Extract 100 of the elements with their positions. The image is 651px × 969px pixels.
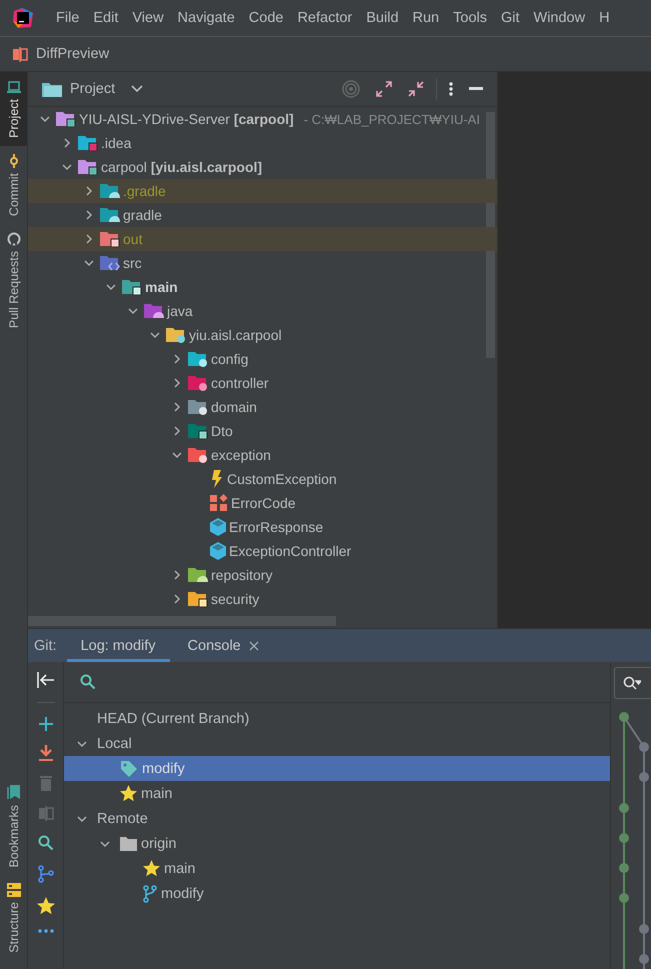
tag-icon <box>120 760 138 778</box>
chevron-right-icon[interactable] <box>172 594 182 604</box>
close-icon[interactable] <box>248 640 259 650</box>
branch-item[interactable]: Remote <box>64 806 610 831</box>
tree-item[interactable]: yiu.aisl.carpool <box>28 323 497 347</box>
chevron-down-icon[interactable] <box>84 258 94 268</box>
menu-item[interactable]: Refactor <box>297 10 352 26</box>
menu-item[interactable]: Tools <box>453 10 487 26</box>
branch-icon[interactable] <box>38 865 54 883</box>
tree-item[interactable]: ErrorResponse <box>28 515 497 539</box>
app-logo-icon[interactable] <box>12 7 34 29</box>
folder-icon <box>100 207 120 223</box>
tree-item[interactable]: domain <box>28 395 497 419</box>
menu-item[interactable]: Window <box>534 10 586 26</box>
tree-item-label: main <box>145 279 178 295</box>
menu-item[interactable]: Build <box>366 10 399 26</box>
tree-item[interactable]: Dto <box>28 419 497 443</box>
tab[interactable]: Log: modify <box>66 629 170 662</box>
panel-title[interactable]: Project <box>70 81 116 97</box>
chevron-right-icon[interactable] <box>172 378 182 388</box>
dropdown-chevron-icon[interactable] <box>131 85 144 93</box>
chevron-down-icon[interactable] <box>172 450 182 460</box>
chevron-right-icon[interactable] <box>84 186 94 196</box>
collapse-icon[interactable] <box>408 81 424 97</box>
tree-item[interactable]: controller <box>28 371 497 395</box>
chevron-right-icon[interactable] <box>84 210 94 220</box>
tree-item[interactable]: config <box>28 347 497 371</box>
menu-item[interactable]: Navigate <box>178 10 235 26</box>
menu-item[interactable]: Git <box>500 10 520 26</box>
scrollbar[interactable] <box>28 616 336 626</box>
chevron-down-icon[interactable] <box>76 738 86 748</box>
tool-window-tab[interactable]: Pull Requests <box>0 224 27 336</box>
tree-item[interactable]: ErrorCode <box>28 491 497 515</box>
tree-item[interactable]: gradle <box>28 203 497 227</box>
panel-label: Git: <box>34 636 57 656</box>
tree-item[interactable]: main <box>28 275 497 299</box>
chevron-down-icon[interactable] <box>62 162 72 172</box>
branch-item[interactable]: main <box>64 781 610 806</box>
tree-item[interactable]: security <box>28 587 497 611</box>
chevron-right-icon[interactable] <box>172 570 182 580</box>
menu-item[interactable]: Run <box>412 10 440 26</box>
github-icon <box>6 232 20 246</box>
tree-item-label: security <box>211 591 260 607</box>
tree-item[interactable]: carpool [yiu.aisl.carpool] <box>28 155 497 179</box>
menu-item[interactable]: Edit <box>93 10 118 26</box>
tree-item[interactable]: YIU-AISL-YDrive-Server [carpool] - C:₩LAB_PROJECT₩YIU-AI <box>28 107 497 131</box>
tool-window-tab[interactable]: Commit <box>0 146 27 224</box>
menu-item[interactable]: File <box>56 10 80 26</box>
tool-window-tab[interactable]: Structure <box>0 875 27 961</box>
tree-item[interactable]: exception <box>28 443 497 467</box>
tree-item[interactable]: ExceptionController <box>28 539 497 563</box>
chevron-right-icon[interactable] <box>172 426 182 436</box>
tab[interactable]: Console <box>174 629 273 662</box>
run-configuration[interactable]: DiffPreview <box>36 46 110 62</box>
expand-icon[interactable] <box>376 81 392 97</box>
tree-item-label: src <box>123 255 142 271</box>
tool-window-tab[interactable]: Bookmarks <box>0 776 27 876</box>
tree-item[interactable]: out <box>28 227 497 251</box>
tree-item-label: java <box>167 303 193 319</box>
menu-item[interactable]: H <box>599 10 610 26</box>
tree-item-label: gradle <box>123 207 162 223</box>
branch-item[interactable]: Local <box>64 731 610 756</box>
folder-icon <box>188 447 208 463</box>
chevron-down-icon[interactable] <box>40 114 50 124</box>
branch-item[interactable]: main <box>64 856 610 881</box>
star-icon[interactable] <box>36 897 54 915</box>
tree-item[interactable]: .gradle <box>28 179 497 203</box>
tree-item[interactable]: java <box>28 299 497 323</box>
chevron-right-icon[interactable] <box>172 402 182 412</box>
filter-button[interactable] <box>614 667 651 699</box>
branch-item[interactable]: origin <box>64 831 610 856</box>
chevron-down-icon[interactable] <box>150 330 160 340</box>
tool-window-tab[interactable]: Project <box>0 72 27 146</box>
add-icon[interactable] <box>38 717 52 731</box>
tree-item[interactable]: src <box>28 251 497 275</box>
collapse-left-icon[interactable] <box>36 672 54 703</box>
more-icon[interactable] <box>38 929 54 933</box>
branch-item[interactable]: modify <box>64 756 610 781</box>
folder-icon <box>188 399 208 415</box>
chevron-down-icon[interactable] <box>106 282 116 292</box>
tree-item[interactable]: CustomException <box>28 467 497 491</box>
branch-item[interactable]: modify <box>64 881 610 906</box>
tree-item-label: repository <box>211 567 272 583</box>
chevron-down-icon[interactable] <box>100 838 110 848</box>
tree-item-label: carpool [yiu.aisl.carpool] <box>101 159 262 175</box>
folder-icon <box>78 159 98 175</box>
branch-item[interactable]: HEAD (Current Branch) <box>64 706 610 731</box>
tree-item[interactable]: .idea <box>28 131 497 155</box>
menu-item[interactable]: View <box>132 10 164 26</box>
more-icon[interactable] <box>449 82 453 96</box>
chevron-down-icon[interactable] <box>128 306 138 316</box>
search-icon[interactable] <box>38 835 54 851</box>
chevron-right-icon[interactable] <box>62 138 72 148</box>
chevron-right-icon[interactable] <box>172 354 182 364</box>
chevron-down-icon[interactable] <box>76 814 86 824</box>
menu-item[interactable]: Code <box>248 10 284 26</box>
chevron-right-icon[interactable] <box>84 234 94 244</box>
download-icon[interactable] <box>38 745 52 761</box>
tree-item[interactable]: repository <box>28 563 497 587</box>
minimize-icon[interactable] <box>469 87 483 91</box>
